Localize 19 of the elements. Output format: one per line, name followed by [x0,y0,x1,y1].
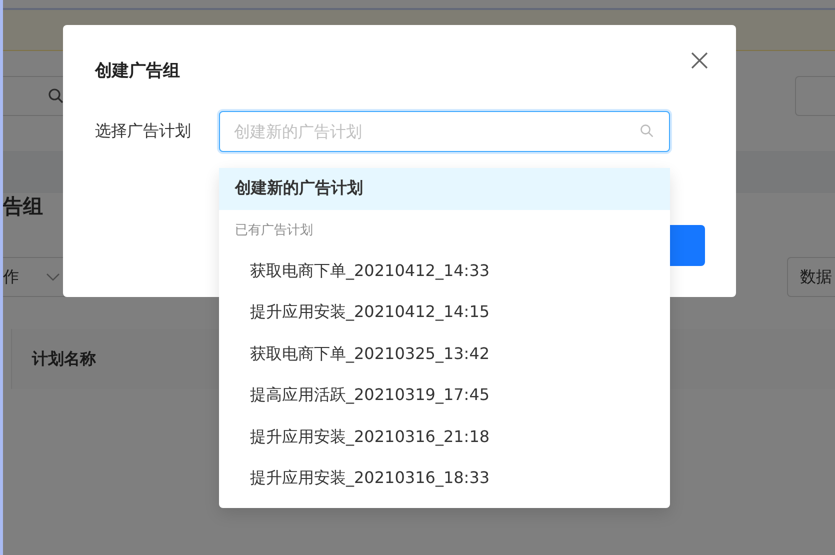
chevron-down-icon [46,273,60,281]
dropdown-option[interactable]: 创建新的广告计划 [219,168,670,210]
search-icon [640,124,654,138]
dialog-title: 创建广告组 [95,60,181,82]
close-icon [691,52,708,69]
column-header: 计划名称 [30,348,96,370]
group-label: 已有广告计划 [234,222,314,240]
dropdown-option[interactable]: 获取电商下单_20210412_14:33 [219,250,670,292]
dropdown-option[interactable]: 提高应用活跃_20210319_17:45 [219,375,670,416]
close-button[interactable] [691,52,708,69]
plan-select-field[interactable]: 创建新的广告计划 [219,111,670,152]
dropdown-option[interactable]: 提升应用安装_20210316_18:33 [219,458,670,500]
page-title: 告组 [3,193,43,220]
dropdown-option[interactable]: 提升应用安装_20210316_21:18 [219,416,670,458]
search-icon [48,88,64,104]
dropdown-option[interactable]: 提升应用安装_20210412_14:15 [219,292,670,334]
field-label: 选择广告计划 [95,121,192,142]
dropdown-option[interactable]: 获取电商下单_20210325_13:42 [219,334,670,375]
data-button[interactable]: 数据 [787,257,835,297]
